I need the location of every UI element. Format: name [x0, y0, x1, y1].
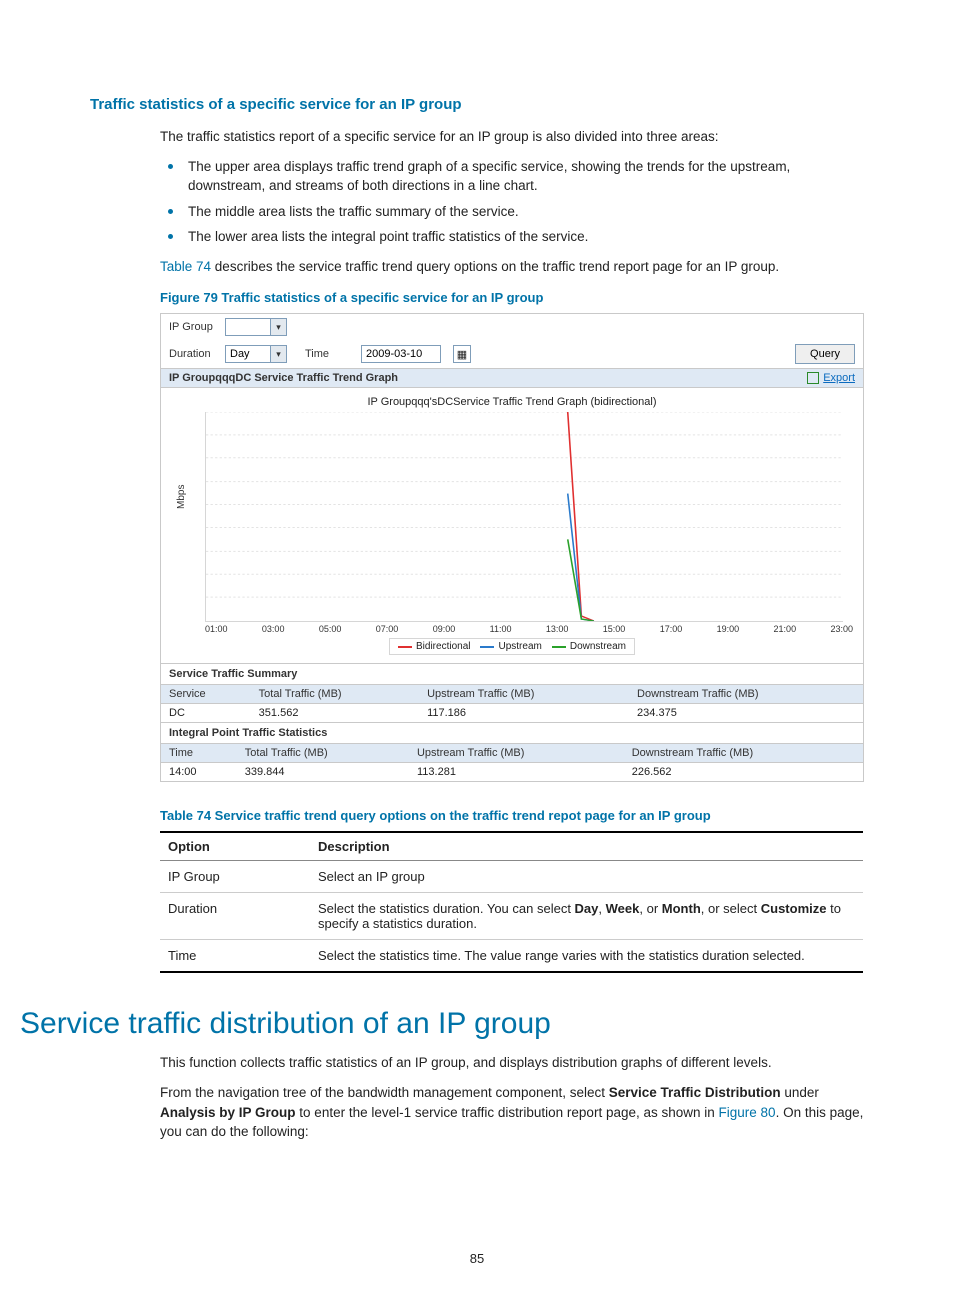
integral-cell: 226.562	[624, 763, 863, 782]
legend-item: Upstream	[480, 641, 541, 652]
query-button[interactable]: Query	[795, 344, 855, 364]
panel-header-trend: IP GroupqqqDC Service Traffic Trend Grap…	[161, 368, 863, 388]
x-tick: 09:00	[433, 624, 456, 634]
page-number: 85	[0, 1251, 954, 1266]
options-table: Option Description IP Group Select an IP…	[160, 831, 863, 973]
chevron-down-icon[interactable]: ▾	[270, 346, 286, 362]
intro-paragraph: The traffic statistics report of a speci…	[160, 127, 864, 147]
x-tick: 17:00	[660, 624, 683, 634]
options-header: Option	[160, 832, 310, 861]
chart-legend: Bidirectional Upstream Downstream	[389, 638, 635, 655]
table-row: IP Group Select an IP group	[160, 861, 863, 893]
legend-swatch	[552, 646, 566, 648]
line-chart: Mbps 0 1	[205, 412, 843, 622]
legend-item: Downstream	[552, 641, 626, 652]
integral-table: Time Total Traffic (MB) Upstream Traffic…	[161, 743, 863, 781]
table-row: Duration Select the statistics duration.…	[160, 893, 863, 940]
integral-header: Total Traffic (MB)	[237, 744, 409, 763]
summary-header: Downstream Traffic (MB)	[629, 685, 863, 704]
x-tick: 13:00	[546, 624, 569, 634]
date-input[interactable]	[361, 345, 441, 363]
chart-title: IP Groupqqq'sDCService Traffic Trend Gra…	[171, 396, 853, 408]
table-ref-paragraph: Table 74 describes the service traffic t…	[160, 257, 864, 277]
x-tick: 15:00	[603, 624, 626, 634]
chart-svg: 0 1 2 3 4 5 6 7 8 9	[206, 412, 843, 621]
integral-header: Downstream Traffic (MB)	[624, 744, 863, 763]
x-axis-ticks: 01:00 03:00 05:00 07:00 09:00 11:00 13:0…	[205, 624, 853, 634]
query-row-1: IP Group ▾	[161, 314, 863, 340]
y-axis-label: Mbps	[176, 484, 187, 508]
x-tick: 21:00	[774, 624, 797, 634]
time-label: Time	[305, 348, 353, 360]
option-name: Time	[160, 940, 310, 973]
integral-header: Upstream Traffic (MB)	[409, 744, 624, 763]
x-tick: 07:00	[376, 624, 399, 634]
legend-label: Downstream	[570, 641, 626, 652]
bullet-item: The middle area lists the traffic summar…	[160, 202, 864, 222]
integral-cell: 339.844	[237, 763, 409, 782]
table-caption: Table 74 Service traffic trend query opt…	[160, 808, 864, 823]
panel-title: IP GroupqqqDC Service Traffic Trend Grap…	[169, 372, 398, 384]
integral-cell: 113.281	[409, 763, 624, 782]
summary-table: Service Total Traffic (MB) Upstream Traf…	[161, 684, 863, 722]
x-tick: 19:00	[717, 624, 740, 634]
heading-service-distribution: Service traffic distribution of an IP gr…	[20, 1007, 864, 1041]
figure-79: IP Group ▾ Duration ▾ Time ▦ Query IP Gr…	[160, 313, 864, 782]
option-name: IP Group	[160, 861, 310, 893]
option-desc: Select an IP group	[310, 861, 863, 893]
section-heading: Traffic statistics of a specific service…	[90, 96, 864, 113]
x-tick: 05:00	[319, 624, 342, 634]
table-74-link[interactable]: Table 74	[160, 259, 211, 274]
legend-swatch	[480, 646, 494, 648]
duration-label: Duration	[169, 348, 217, 360]
legend-label: Upstream	[498, 641, 541, 652]
x-tick: 01:00	[205, 624, 228, 634]
ip-group-input[interactable]	[226, 319, 270, 335]
series-bidirectional	[568, 412, 594, 621]
body-paragraph: This function collects traffic statistic…	[160, 1053, 864, 1073]
ip-group-label: IP Group	[169, 321, 217, 333]
option-name: Duration	[160, 893, 310, 940]
x-tick: 23:00	[830, 624, 853, 634]
option-desc: Select the statistics time. The value ra…	[310, 940, 863, 973]
legend-item: Bidirectional	[398, 641, 470, 652]
bullet-item: The lower area lists the integral point …	[160, 227, 864, 247]
export-label: Export	[823, 372, 855, 384]
export-link[interactable]: Export	[807, 372, 855, 384]
x-tick: 11:00	[490, 624, 512, 634]
body-paragraph: From the navigation tree of the bandwidt…	[160, 1083, 864, 1142]
figure-caption: Figure 79 Traffic statistics of a specif…	[160, 290, 864, 305]
chart-area: IP Groupqqq'sDCService Traffic Trend Gra…	[161, 388, 863, 663]
table-row: Time Select the statistics time. The val…	[160, 940, 863, 973]
legend-label: Bidirectional	[416, 641, 470, 652]
legend-swatch	[398, 646, 412, 648]
x-tick: 03:00	[262, 624, 285, 634]
table-row: DC 351.562 117.186 234.375	[161, 704, 863, 723]
query-row-2: Duration ▾ Time ▦ Query	[161, 340, 863, 368]
summary-title: Service Traffic Summary	[161, 663, 863, 684]
summary-cell: 117.186	[419, 704, 629, 723]
text: describes the service traffic trend quer…	[211, 259, 779, 274]
figure-80-link[interactable]: Figure 80	[719, 1105, 776, 1120]
summary-cell: 351.562	[251, 704, 419, 723]
chevron-down-icon[interactable]: ▾	[270, 319, 286, 335]
summary-cell: DC	[161, 704, 251, 723]
summary-header: Upstream Traffic (MB)	[419, 685, 629, 704]
integral-header: Time	[161, 744, 237, 763]
calendar-icon[interactable]: ▦	[453, 345, 471, 363]
summary-header: Service	[161, 685, 251, 704]
ip-group-select[interactable]: ▾	[225, 318, 287, 336]
summary-cell: 234.375	[629, 704, 863, 723]
option-desc: Select the statistics duration. You can …	[310, 893, 863, 940]
integral-cell: 14:00	[161, 763, 237, 782]
duration-input[interactable]	[226, 346, 270, 362]
options-header: Description	[310, 832, 863, 861]
integral-title: Integral Point Traffic Statistics	[161, 722, 863, 743]
bullet-item: The upper area displays traffic trend gr…	[160, 157, 864, 196]
bullet-list: The upper area displays traffic trend gr…	[160, 157, 864, 247]
table-row: 14:00 339.844 113.281 226.562	[161, 763, 863, 782]
summary-header: Total Traffic (MB)	[251, 685, 419, 704]
duration-select[interactable]: ▾	[225, 345, 287, 363]
export-icon	[807, 372, 819, 384]
